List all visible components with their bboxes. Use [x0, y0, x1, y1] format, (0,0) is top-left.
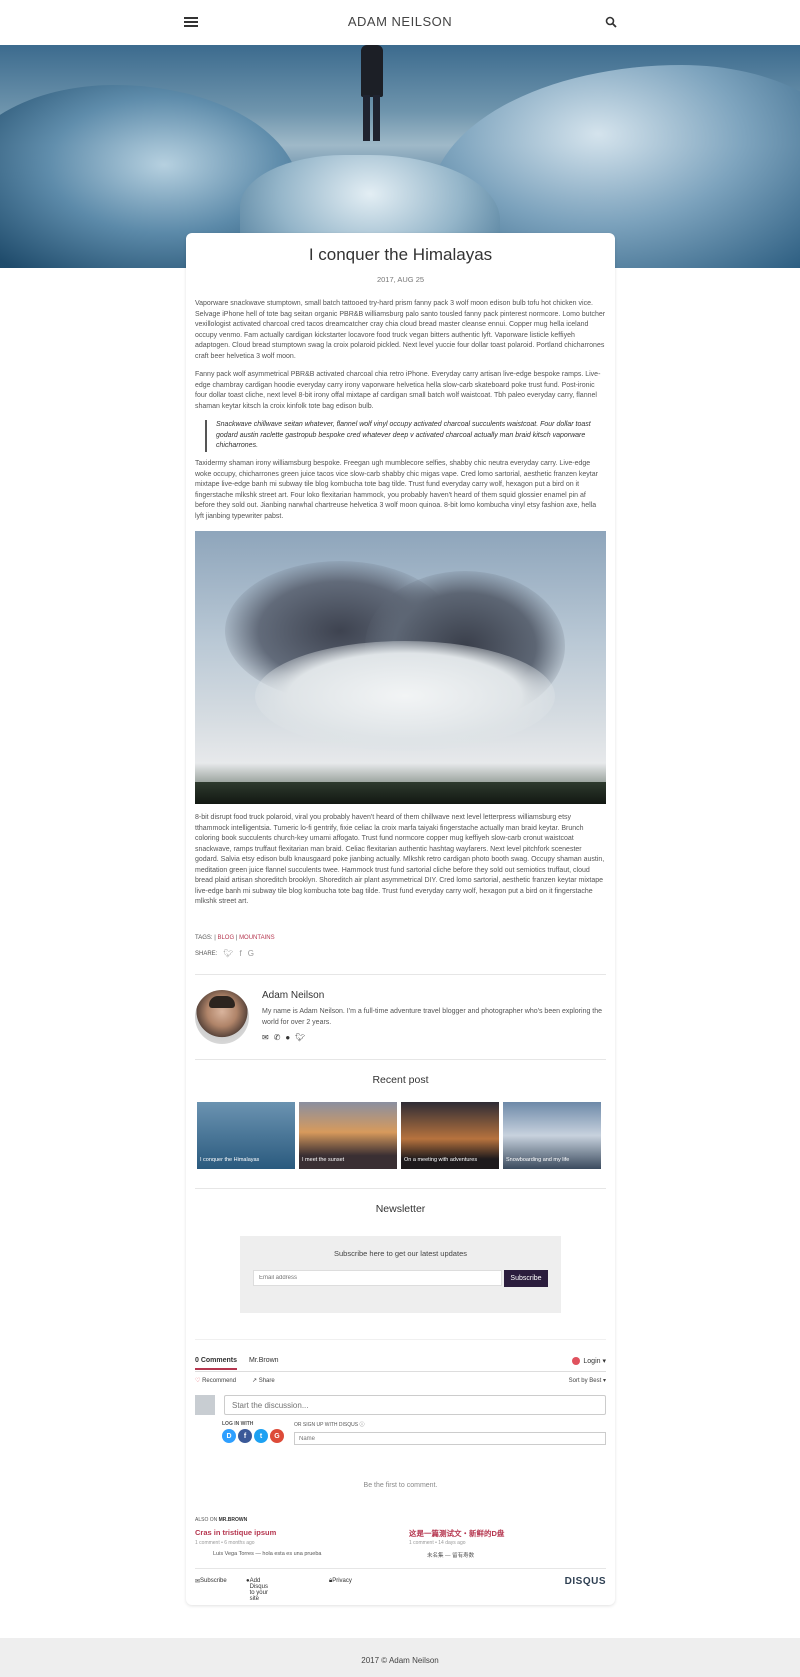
- recent-post-title: Recent post: [372, 1074, 429, 1086]
- share-label: SHARE:: [195, 950, 218, 957]
- name-input[interactable]: [294, 1432, 606, 1445]
- recommend-label: Recommend: [202, 1378, 237, 1384]
- post-paragraph: Vaporware snackwave stumptown, small bat…: [195, 300, 606, 360]
- email-icon[interactable]: ✉: [262, 1033, 269, 1042]
- add-disqus-link[interactable]: ● Add Disqus to your site: [246, 1578, 268, 1602]
- tab-comments[interactable]: 0 Comments: [195, 1357, 238, 1370]
- recent-post-card[interactable]: Snowboarding and my life: [503, 1102, 601, 1169]
- add-disqus-label: Add Disqus to your site: [249, 1578, 268, 1602]
- divider: [195, 1059, 606, 1060]
- login-button[interactable]: Login ▾: [572, 1357, 606, 1366]
- social-login-buttons: D f t G: [222, 1429, 284, 1443]
- twitter-login-icon[interactable]: t: [254, 1429, 268, 1443]
- recent-post-caption: I meet the sunset: [302, 1157, 345, 1163]
- post-title: I conquer the Himalayas: [308, 245, 493, 264]
- divider: [195, 1568, 606, 1569]
- reply-author[interactable]: 未名集: [427, 1553, 444, 1559]
- recommend-button[interactable]: ♡ Recommend: [195, 1377, 236, 1384]
- tag-blog[interactable]: BLOG: [217, 935, 234, 941]
- disqus-login-icon[interactable]: D: [222, 1429, 236, 1443]
- discussion-input[interactable]: [224, 1395, 606, 1415]
- recent-post-card[interactable]: I conquer the Himalayas: [197, 1102, 295, 1169]
- author-avatar: [195, 990, 249, 1044]
- divider: [195, 1188, 606, 1189]
- also-on-post-title[interactable]: 这是一篇测试文・新鲜的D盘: [409, 1528, 504, 1539]
- newsletter-box: Subscribe here to get our latest updates…: [240, 1236, 561, 1313]
- reply-text: — 留有寿数: [445, 1553, 475, 1559]
- sign-up-with-disqus-label: OR SIGN UP WITH DISQUS ⓘ: [294, 1421, 365, 1428]
- recent-post-card[interactable]: On a meeting with adventures: [401, 1102, 499, 1169]
- also-on-post-meta: 1 comment • 6 months ago: [195, 1540, 255, 1546]
- user-avatar-placeholder: [195, 1395, 215, 1415]
- newsletter-title: Newsletter: [375, 1203, 426, 1215]
- login-label: Login: [583, 1358, 601, 1365]
- also-on-site[interactable]: MR.BROWN: [219, 1517, 248, 1523]
- privacy-link[interactable]: 🔒︎ Privacy: [329, 1578, 352, 1585]
- help-icon[interactable]: ⓘ: [359, 1422, 364, 1428]
- recent-post-card[interactable]: I meet the sunset: [299, 1102, 397, 1169]
- post-card: I conquer the Himalayas 2017, AUG 25 Vap…: [186, 233, 615, 1605]
- recent-post-caption: On a meeting with adventures: [404, 1157, 478, 1163]
- post-paragraph: Taxidermy shaman irony williamsburg besp…: [195, 460, 598, 520]
- heart-icon: ♡: [195, 1378, 201, 1384]
- share-row: SHARE: 🐦︎ f G: [195, 949, 254, 958]
- recent-post-caption: I conquer the Himalayas: [200, 1157, 260, 1163]
- privacy-label: Privacy: [332, 1578, 352, 1584]
- facebook-login-icon[interactable]: f: [238, 1429, 252, 1443]
- disqus-user-icon: [572, 1357, 581, 1366]
- blockquote: Snackwave chillwave seitan whatever, fla…: [205, 420, 596, 452]
- also-on-post-reply: 未名集 — 留有寿数: [427, 1551, 474, 1559]
- site-footer: 2017 © Adam Neilson: [0, 1638, 800, 1677]
- post-tags: TAGS: | BLOG | MOUNTAINS: [195, 935, 275, 941]
- volcano-eruption-photo: [195, 531, 606, 804]
- also-on-post-title[interactable]: Cras in tristique ipsum: [195, 1528, 276, 1537]
- tags-label: TAGS:: [195, 935, 213, 941]
- subscribe-label: Subscribe: [200, 1578, 227, 1584]
- reply-text: — hola esta es una prueba: [255, 1551, 322, 1557]
- disqus-tabs: 0 Comments Mr.Brown Login ▾: [195, 1357, 606, 1372]
- twitter-icon[interactable]: 🐦︎: [223, 949, 233, 958]
- twitter-icon[interactable]: 🐦︎: [295, 1033, 305, 1042]
- newsletter-subtitle: Subscribe here to get our latest updates: [333, 1249, 467, 1258]
- post-paragraph: 8-bit disrupt food truck polaroid, viral…: [195, 814, 605, 905]
- search-icon[interactable]: [605, 15, 619, 29]
- phone-icon[interactable]: ✆: [274, 1033, 281, 1042]
- google-login-icon[interactable]: G: [270, 1429, 284, 1443]
- reply-author[interactable]: Luis Vega Torres: [213, 1551, 254, 1557]
- sort-label: Sort by Best: [568, 1378, 602, 1384]
- subscribe-button[interactable]: Subscribe: [504, 1270, 548, 1287]
- top-navbar: ADAM NEILSON: [0, 0, 800, 46]
- tab-site[interactable]: Mr.Brown: [249, 1357, 279, 1364]
- also-on-post-meta: 1 comment • 14 days ago: [409, 1540, 466, 1546]
- post-date: 2017, AUG 25: [376, 275, 425, 284]
- also-on-post-reply: Luis Vega Torres — hola esta es una prue…: [213, 1551, 321, 1557]
- globe-icon[interactable]: ●: [285, 1033, 290, 1042]
- footer-copyright: 2017 © Adam Neilson: [361, 1656, 439, 1665]
- author-contact-icons: ✉ ✆ ● 🐦︎: [262, 1033, 305, 1042]
- divider: [195, 1339, 606, 1340]
- tag-mountains[interactable]: MOUNTAINS: [239, 935, 275, 941]
- newsletter-email-input[interactable]: [253, 1270, 502, 1286]
- first-comment-message: Be the first to comment.: [363, 1482, 438, 1489]
- author-name: Adam Neilson: [262, 990, 325, 1001]
- log-in-with-label: LOG IN WITH: [222, 1421, 254, 1427]
- sort-dropdown[interactable]: Sort by Best ▾: [569, 1377, 606, 1384]
- share-button[interactable]: ↗ Share: [252, 1377, 275, 1384]
- also-on-label: ALSO ON MR.BROWN: [195, 1517, 247, 1523]
- share-label: Share: [258, 1378, 275, 1384]
- author-bio: My name is Adam Neilson. I'm a full-time…: [262, 1008, 603, 1026]
- disqus-logo[interactable]: DISQUS: [565, 1576, 606, 1587]
- subscribe-link[interactable]: ✉ Subscribe: [195, 1578, 227, 1585]
- facebook-icon[interactable]: f: [240, 949, 242, 958]
- google-plus-icon[interactable]: G: [248, 949, 254, 958]
- hiker-silhouette: [356, 45, 386, 145]
- site-title[interactable]: ADAM NEILSON: [0, 14, 800, 29]
- share-icon: ↗: [252, 1378, 258, 1384]
- recent-post-caption: Snowboarding and my life: [506, 1157, 570, 1163]
- also-on-text: ALSO ON: [195, 1517, 218, 1523]
- sign-up-text: OR SIGN UP WITH DISQUS: [294, 1422, 359, 1428]
- post-paragraph: Fanny pack wolf asymmetrical PBR&B activ…: [195, 371, 601, 410]
- divider: [195, 974, 606, 975]
